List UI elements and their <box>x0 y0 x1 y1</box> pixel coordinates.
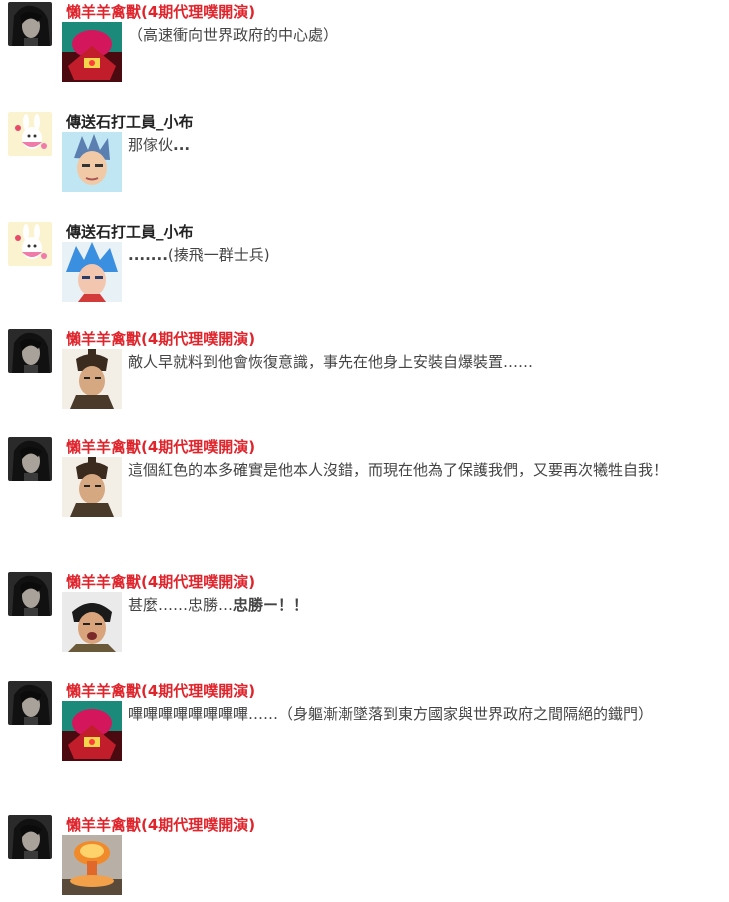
pink-bunny-avatar[interactable] <box>8 222 52 266</box>
pink-bunny-avatar[interactable] <box>8 112 52 156</box>
post-content: 甚麼……忠勝…忠勝ー！！ <box>62 592 722 652</box>
message-text: （高速衝向世界政府的中心處） <box>128 26 339 44</box>
post-content: 那傢伙... <box>62 132 722 192</box>
emphasis-text: 忠勝ー！！ <box>233 596 309 614</box>
post-content: 這個紅色的本多確實是他本人沒錯，而現在他為了保護我們，又要再次犧牲自我！ <box>62 457 722 517</box>
post-content: 敵人早就料到他會恢復意識，事先在他身上安裝自爆裝置…… <box>62 349 722 409</box>
author-name[interactable]: 懶羊羊禽獸(4期代理噗開演) <box>66 681 255 701</box>
warrior-topknot-sticker <box>62 349 122 409</box>
author-name[interactable]: 懶羊羊禽獸(4期代理噗開演) <box>66 815 255 835</box>
red-mecha-sticker <box>62 22 122 82</box>
dark-hair-man-avatar[interactable] <box>8 329 52 373</box>
author-name[interactable]: 懶羊羊禽獸(4期代理噗開演) <box>66 329 255 349</box>
message-text: 這個紅色的本多確實是他本人沒錯，而現在他為了保護我們，又要再次犧牲自我！ <box>128 461 669 479</box>
post-content: 嗶嗶嗶嗶嗶嗶嗶嗶……（身軀漸漸墜落到東方國家與世界政府之間隔絕的鐵門） <box>62 701 722 761</box>
author-name[interactable]: 傳送石打工員_小布 <box>66 112 194 132</box>
dark-hair-man-avatar[interactable] <box>8 572 52 616</box>
explosion-sticker <box>62 835 122 895</box>
author-name[interactable]: 懶羊羊禽獸(4期代理噗開演) <box>66 2 255 22</box>
emphasis-text: ....... <box>128 246 168 264</box>
post-content: （高速衝向世界政府的中心處） <box>62 22 722 82</box>
message-text: 那傢伙 <box>128 136 174 154</box>
dark-hair-man-avatar[interactable] <box>8 681 52 725</box>
vegeta-face-sticker <box>62 132 122 192</box>
dark-hair-man-avatar[interactable] <box>8 437 52 481</box>
dark-hair-man-avatar[interactable] <box>8 815 52 859</box>
post-content: .......(揍飛一群士兵) <box>62 242 722 302</box>
warrior-topknot-sticker <box>62 457 122 517</box>
message-text: 嗶嗶嗶嗶嗶嗶嗶嗶……（身軀漸漸墜落到東方國家與世界政府之間隔絕的鐵門） <box>128 705 654 723</box>
message-text: (揍飛一群士兵) <box>167 246 270 264</box>
shouting-warrior-sticker <box>62 592 122 652</box>
post-content <box>62 835 722 895</box>
message-text: 敵人早就料到他會恢復意識，事先在他身上安裝自爆裝置…… <box>128 353 534 371</box>
author-name[interactable]: 懶羊羊禽獸(4期代理噗開演) <box>66 572 255 592</box>
red-mecha-sticker <box>62 701 122 761</box>
author-name[interactable]: 傳送石打工員_小布 <box>66 222 194 242</box>
dark-hair-man-avatar[interactable] <box>8 2 52 46</box>
goku-blue-sticker <box>62 242 122 302</box>
message-text: 甚麼……忠勝… <box>128 596 234 614</box>
emphasis-text: ... <box>173 136 191 154</box>
author-name[interactable]: 懶羊羊禽獸(4期代理噗開演) <box>66 437 255 457</box>
